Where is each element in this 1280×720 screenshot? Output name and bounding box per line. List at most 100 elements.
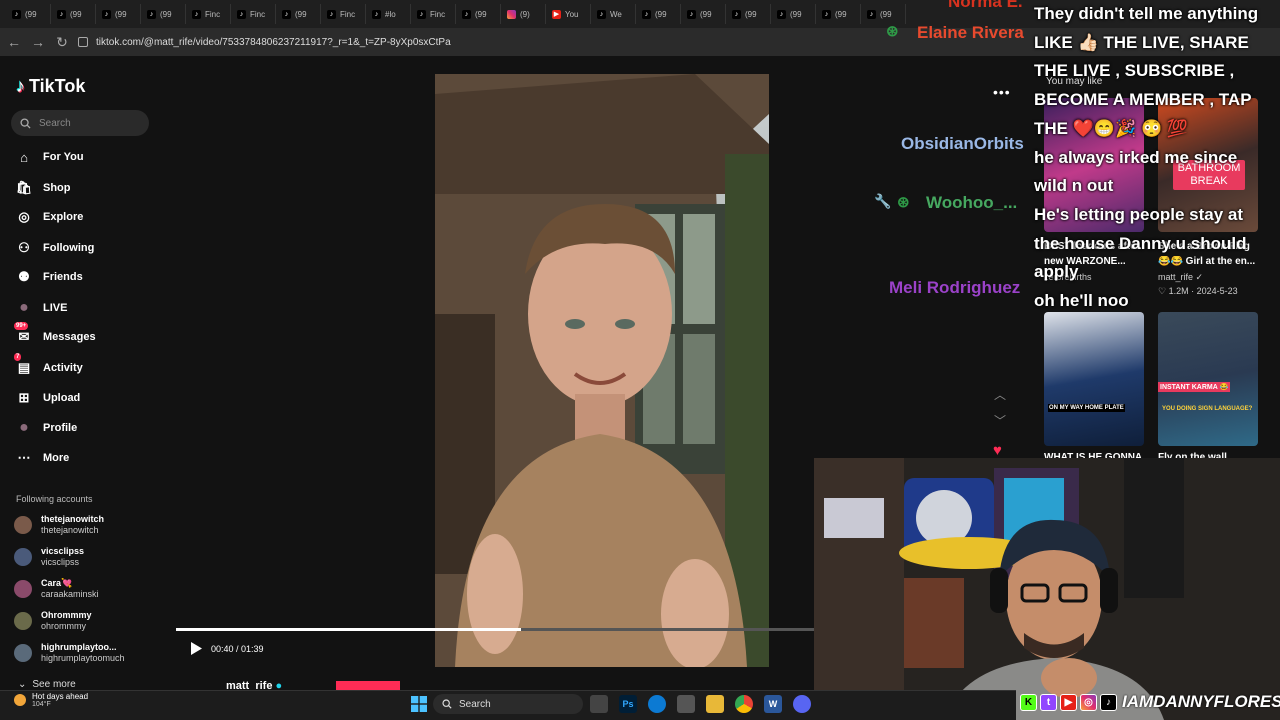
sidebar-item-profile[interactable]: ● Profile	[16, 419, 77, 436]
sidebar-item-label: Shop	[43, 182, 71, 194]
tab-title: (99	[25, 9, 37, 19]
thumb-overlay-label: INSTANT KARMA 😂	[1158, 382, 1231, 392]
sidebar-item-label: LIVE	[43, 302, 68, 314]
tiktok-icon: ♪	[282, 9, 291, 19]
tiktok-icon: ♪	[777, 9, 786, 19]
see-more-link[interactable]: ⌄ See more	[18, 679, 76, 690]
avatar	[14, 580, 32, 598]
forward-arrow-icon[interactable]: →	[26, 30, 50, 54]
discord-icon[interactable]	[793, 695, 811, 713]
chat-badge-icon: ⊛	[897, 194, 910, 211]
sidebar-item-for-you[interactable]: ⌂ For You	[16, 149, 83, 165]
home-icon: ⌂	[20, 149, 28, 165]
previous-video-icon[interactable]: ︿	[994, 386, 1006, 403]
avatar	[14, 644, 32, 662]
video-time: 00:40 / 01:39	[211, 643, 264, 654]
word-icon[interactable]: W	[764, 695, 782, 713]
tab-title: (99	[475, 9, 487, 19]
avatar	[14, 516, 32, 534]
tiktok-icon: ♪	[1100, 693, 1117, 711]
browser-tab[interactable]: ♪ (99	[96, 4, 141, 24]
browser-tab[interactable]: ♪ Finc	[231, 4, 276, 24]
recommended-thumbnail[interactable]: INSTANT KARMA 😂 YOU DOING SIGN LANGUAGE?	[1158, 312, 1258, 446]
sidebar-item-following[interactable]: ⚇ Following	[16, 240, 94, 256]
tab-title: (99	[745, 9, 757, 19]
video-progress-bar[interactable]	[176, 628, 814, 631]
following-account-item[interactable]: Cara💘 caraakaminski	[14, 578, 99, 600]
video-player[interactable]	[435, 74, 769, 667]
browser-tab[interactable]: (9)	[501, 4, 546, 24]
recommended-thumbnail[interactable]: ON MY WAY HOME PLATE	[1044, 312, 1144, 446]
browser-tab[interactable]: ♪ (99	[276, 4, 321, 24]
browser-tab[interactable]: ♪ (99	[456, 4, 501, 24]
tiktok-icon: ♪	[822, 9, 831, 19]
sidebar-item-shop[interactable]: 🛍 Shop	[16, 180, 71, 196]
sidebar-item-messages[interactable]: ✉ 99+ Messages	[14, 322, 96, 345]
browser-tab[interactable]: ▶ You	[546, 4, 591, 24]
sidebar-item-label: Friends	[43, 271, 83, 283]
more-options-icon[interactable]: •••	[993, 84, 1011, 100]
tiktok-logo[interactable]: ♪ TikTok	[16, 76, 85, 97]
sidebar-item-label: Following	[43, 242, 95, 254]
tiktok-icon: ♪	[57, 9, 66, 19]
tab-title: Finc	[430, 9, 446, 19]
browser-tab[interactable]: ♪ (99	[6, 4, 51, 24]
avatar	[14, 612, 32, 630]
browser-tab[interactable]: ♪ (99	[141, 4, 186, 24]
following-account-item[interactable]: vicsclipss vicsclipss	[14, 546, 84, 568]
sidebar-item-upload[interactable]: ⊞ Upload	[16, 390, 81, 406]
instagram-icon	[507, 9, 516, 19]
chat-username: Woohoo_...	[926, 193, 1018, 212]
tiktok-icon: ♪	[417, 9, 426, 19]
edge-browser-icon[interactable]	[648, 695, 666, 713]
shop-bag-icon: 🛍	[15, 180, 33, 195]
browser-tab[interactable]: ♪ Finc	[186, 4, 231, 24]
browser-tab[interactable]: ♪ (99	[771, 4, 816, 24]
browser-tab[interactable]: ♪ Finc	[411, 4, 456, 24]
browser-tab[interactable]: ♪ #lo	[366, 4, 411, 24]
like-heart-icon[interactable]: ♥	[993, 442, 1002, 459]
sidebar-item-live[interactable]: ● LIVE	[16, 299, 68, 316]
back-arrow-icon[interactable]: ←	[2, 30, 26, 54]
browser-tab[interactable]: ♪ (99	[861, 4, 906, 24]
following-account-item[interactable]: Ohrommmy ohrommmy	[14, 610, 92, 632]
windows-logo-icon	[411, 696, 427, 712]
url-text[interactable]: tiktok.com/@matt_rife/video/753378480623…	[96, 37, 451, 48]
following-account-item[interactable]: thetejanowitch thetejanowitch	[14, 514, 104, 536]
browser-tab[interactable]: ♪ (99	[51, 4, 96, 24]
browser-tab[interactable]: ♪ (99	[681, 4, 726, 24]
sidebar-item-friends[interactable]: ⚉ Friends	[16, 269, 83, 285]
sidebar-item-more[interactable]: ⋯ More	[16, 450, 70, 466]
tab-title: (99	[160, 9, 172, 19]
tiktok-note-icon: ♪	[16, 76, 25, 96]
site-info-icon[interactable]	[78, 37, 88, 47]
address-bar[interactable]: tiktok.com/@matt_rife/video/753378480623…	[78, 32, 978, 52]
play-icon[interactable]	[190, 642, 202, 655]
video-frame-image	[435, 74, 769, 667]
next-video-icon[interactable]: ﹀	[994, 412, 1006, 429]
sidebar-item-activity[interactable]: ▤ 7 Activity	[14, 353, 83, 376]
file-explorer-icon[interactable]	[706, 695, 724, 713]
photoshop-icon[interactable]: Ps	[619, 695, 637, 713]
browser-tab[interactable]: ♪ (99	[726, 4, 771, 24]
windows-start-icon[interactable]	[410, 695, 428, 713]
chrome-browser-icon[interactable]	[735, 695, 753, 713]
tiktok-icon: ♪	[687, 9, 696, 19]
task-view-icon[interactable]	[590, 695, 608, 713]
account-name: vicsclipss	[41, 546, 85, 556]
account-handle: thetejanowitch	[41, 525, 99, 535]
instagram-icon: ◎	[1080, 693, 1097, 711]
tab-title: You	[565, 9, 579, 19]
store-icon[interactable]	[677, 695, 695, 713]
reload-icon[interactable]: ↻	[50, 30, 74, 54]
sidebar-item-explore[interactable]: ◎ Explore	[16, 209, 83, 225]
browser-tab[interactable]: ♪ (99	[636, 4, 681, 24]
tiktok-icon: ♪	[597, 9, 606, 19]
following-account-item[interactable]: highrumplaytoo... highrumplaytoomuch	[14, 642, 125, 664]
browser-tab[interactable]: ♪ (99	[816, 4, 861, 24]
browser-tab[interactable]: ♪ Finc	[321, 4, 366, 24]
weather-widget[interactable]: Hot days ahead 104°F	[14, 692, 88, 708]
browser-tab[interactable]: ♪ We	[591, 4, 636, 24]
taskbar-search[interactable]: Search	[433, 694, 583, 714]
search-input[interactable]: Search	[11, 110, 149, 136]
